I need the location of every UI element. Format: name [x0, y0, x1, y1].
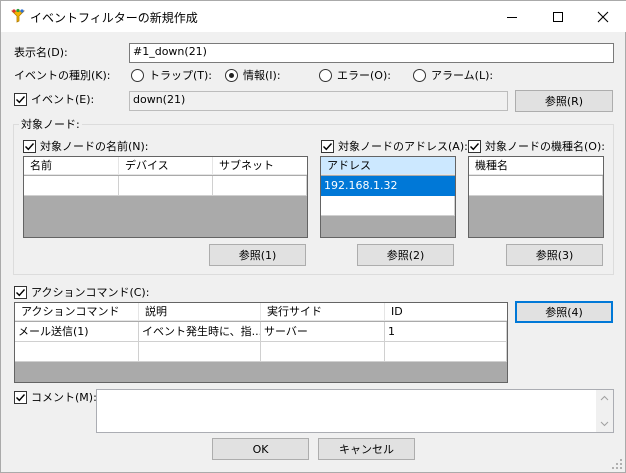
radio-trap-label: トラップ(T):: [149, 69, 213, 82]
column-header[interactable]: サブネット: [213, 157, 307, 175]
table-row[interactable]: メール送信(1) イベント発生時に、指... サーバー 1: [15, 322, 507, 342]
event-type-label: イベントの種別(K):: [14, 69, 111, 82]
radio-alarm-label: アラーム(L):: [431, 69, 494, 82]
radio-error-label: エラー(O):: [337, 69, 391, 82]
list-cell: [119, 176, 213, 196]
table-cell: サーバー: [261, 322, 385, 342]
table-cell: メール送信(1): [15, 322, 139, 342]
column-header[interactable]: 機種名: [469, 157, 603, 175]
checkmark-icon: [16, 394, 26, 402]
list-cell: [469, 176, 603, 196]
dialog-window: イベントフィルターの新規作成 表示名(D): #1_down(21) イベントの…: [0, 0, 626, 473]
table-row-empty[interactable]: [15, 342, 507, 362]
close-icon: [597, 11, 609, 22]
radio-info[interactable]: [225, 69, 238, 82]
close-button[interactable]: [580, 1, 626, 32]
node-name-label: 対象ノードの名前(N):: [40, 140, 149, 153]
node-address-list[interactable]: アドレス 192.168.1.32: [320, 156, 456, 238]
node-model-label: 対象ノードの機種名(O):: [485, 140, 605, 153]
action-command-list[interactable]: アクションコマンド 説明 実行サイド ID メール送信(1) イベント発生時に、…: [14, 302, 508, 383]
node-name-browse-button[interactable]: 参照(1): [209, 244, 306, 266]
node-address-checkbox[interactable]: [321, 140, 334, 153]
table-cell: [15, 342, 139, 362]
node-address-label: 対象ノードのアドレス(A):: [338, 140, 468, 153]
minimize-icon: [507, 16, 517, 18]
window-title: イベントフィルターの新規作成: [30, 11, 198, 25]
table-cell: イベント発生時に、指...: [139, 322, 261, 342]
list-row-empty[interactable]: [469, 176, 603, 196]
column-header[interactable]: ID: [385, 303, 507, 321]
list-cell: [213, 176, 307, 196]
table-cell: [261, 342, 385, 362]
ok-button[interactable]: OK: [212, 438, 309, 460]
title-bar[interactable]: イベントフィルターの新規作成: [1, 1, 626, 32]
scroll-arrows-icon: [600, 395, 609, 427]
app-icon: [10, 8, 26, 24]
node-name-checkbox[interactable]: [23, 140, 36, 153]
maximize-icon: [553, 11, 563, 22]
radio-error[interactable]: [319, 69, 332, 82]
maximize-button[interactable]: [535, 1, 581, 32]
action-command-label: アクションコマンド(C):: [31, 286, 150, 299]
list-cell: 192.168.1.32: [324, 179, 398, 192]
action-command-list-header: アクションコマンド 説明 実行サイド ID: [15, 303, 507, 321]
minimize-button[interactable]: [489, 1, 535, 32]
size-grip-icon[interactable]: [611, 458, 623, 470]
column-header[interactable]: デバイス: [119, 157, 213, 175]
list-row-empty[interactable]: [24, 176, 307, 196]
comment-scrollbar[interactable]: [596, 390, 613, 432]
checkmark-icon: [16, 96, 26, 104]
node-model-checkbox[interactable]: [468, 140, 481, 153]
action-command-checkbox[interactable]: [14, 286, 27, 299]
column-header[interactable]: アクションコマンド: [15, 303, 139, 321]
checkmark-icon: [470, 143, 480, 151]
cancel-button[interactable]: キャンセル: [318, 438, 415, 460]
comment-checkbox[interactable]: [14, 391, 27, 404]
list-cell: [321, 196, 455, 216]
table-cell: [139, 342, 261, 362]
list-cell: [24, 176, 119, 196]
node-address-browse-button[interactable]: 参照(2): [357, 244, 454, 266]
comment-label: コメント(M):: [31, 391, 97, 404]
node-model-browse-button[interactable]: 参照(3): [506, 244, 603, 266]
comment-textarea[interactable]: [96, 389, 614, 433]
action-command-browse-button[interactable]: 参照(4): [515, 301, 613, 323]
column-header[interactable]: 名前: [24, 157, 119, 175]
radio-trap[interactable]: [131, 69, 144, 82]
node-model-list[interactable]: 機種名: [468, 156, 604, 238]
column-header[interactable]: 実行サイド: [261, 303, 385, 321]
node-name-list-header: 名前 デバイス サブネット: [24, 157, 307, 175]
event-checkbox[interactable]: [14, 93, 27, 106]
radio-info-label: 情報(I):: [243, 69, 281, 82]
display-name-input[interactable]: #1_down(21): [129, 43, 614, 63]
event-browse-button[interactable]: 参照(R): [515, 90, 613, 112]
checkmark-icon: [16, 289, 26, 297]
event-input[interactable]: down(21): [129, 91, 508, 111]
checkmark-icon: [25, 143, 35, 151]
table-cell: 1: [385, 322, 507, 342]
node-name-list[interactable]: 名前 デバイス サブネット: [23, 156, 308, 238]
event-label: イベント(E):: [31, 93, 95, 106]
node-model-list-header: 機種名: [469, 157, 603, 175]
column-header[interactable]: 説明: [139, 303, 261, 321]
radio-alarm[interactable]: [413, 69, 426, 82]
column-header[interactable]: アドレス: [321, 157, 455, 175]
radio-selected-dot: [229, 73, 234, 78]
display-name-label: 表示名(D):: [14, 46, 68, 59]
node-address-list-header: アドレス: [321, 157, 455, 175]
list-row-empty[interactable]: [321, 196, 455, 216]
checkmark-icon: [323, 143, 333, 151]
list-row-selected[interactable]: 192.168.1.32: [321, 176, 455, 196]
table-cell: [385, 342, 507, 362]
target-node-group-label: 対象ノード:: [19, 118, 82, 132]
